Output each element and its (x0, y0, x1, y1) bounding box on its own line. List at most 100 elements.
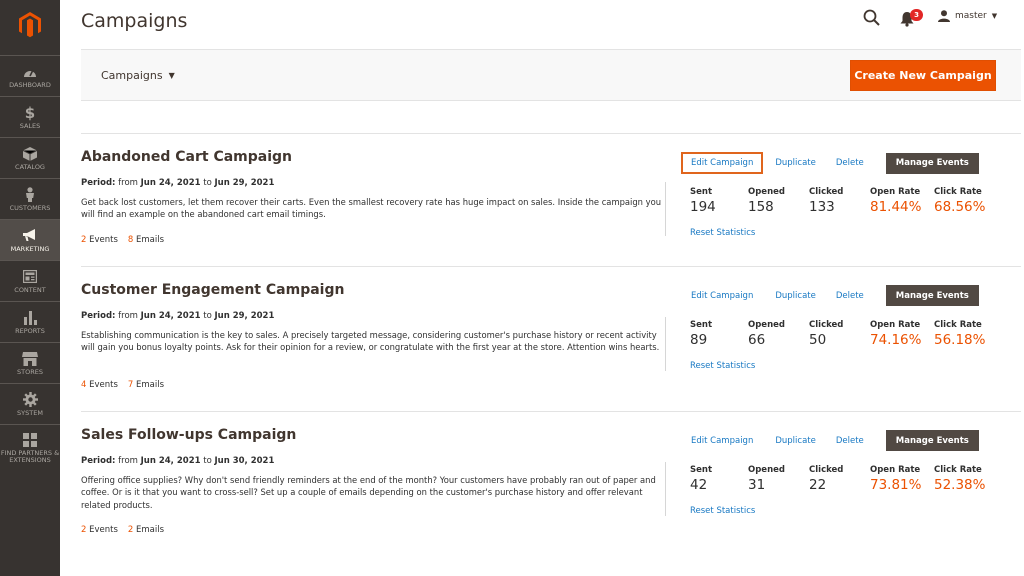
stat-sent: Sent 89 (690, 320, 713, 348)
campaign-title: Abandoned Cart Campaign (81, 149, 293, 165)
campaign-title: Sales Follow-ups Campaign (81, 427, 297, 443)
sidebar-item-sales[interactable]: $ SALES (0, 96, 60, 137)
person-icon (25, 187, 35, 203)
magento-logo-icon (19, 12, 41, 38)
campaigns-dropdown-label: Campaigns (101, 69, 163, 82)
campaign-period: Period: from Jun 24, 2021 to Jun 29, 202… (81, 311, 275, 321)
campaign-actions: Edit Campaign Duplicate Delete Manage Ev… (681, 285, 979, 306)
box-icon (23, 146, 37, 162)
user-icon (938, 10, 950, 22)
stat-open-rate: Open Rate 74.16% (870, 320, 922, 348)
sidebar-item-label: MARKETING (10, 244, 50, 253)
stat-open-rate: Open Rate 73.81% (870, 465, 922, 493)
delete-campaign-link[interactable]: Delete (828, 287, 872, 305)
campaign-statistics: Sent 194 Opened 158 Clicked 133 Open Rate 81… (690, 187, 994, 215)
notifications-button[interactable]: 3 (900, 9, 924, 27)
megaphone-icon (22, 228, 38, 244)
reset-statistics-link[interactable]: Reset Statistics (690, 228, 755, 238)
sidebar-item-label: CONTENT (14, 285, 46, 294)
campaign-period: Period: from Jun 24, 2021 to Jun 29, 202… (81, 178, 275, 188)
stat-clicked: Clicked 22 (809, 465, 844, 493)
sidebar-item-label: DASHBOARD (9, 80, 51, 89)
magento-logo[interactable] (0, 0, 60, 50)
duplicate-campaign-link[interactable]: Duplicate (767, 432, 824, 450)
sidebar-item-label: STORES (17, 367, 43, 376)
dollar-icon: $ (24, 103, 36, 122)
sidebar-item-label: CATALOG (15, 162, 45, 171)
manage-events-button[interactable]: Manage Events (885, 285, 979, 306)
sidebar-item-content[interactable]: CONTENT (0, 260, 60, 301)
stat-sent: Sent 194 (690, 187, 716, 215)
campaign-actions: Edit Campaign Duplicate Delete Manage Ev… (681, 430, 979, 451)
stat-opened: Opened 31 (748, 465, 785, 493)
sidebar-item-label: SYSTEM (17, 408, 43, 417)
duplicate-campaign-link[interactable]: Duplicate (767, 287, 824, 305)
stat-clicked: Clicked 50 (809, 320, 844, 348)
edit-campaign-link[interactable]: Edit Campaign (681, 432, 763, 450)
edit-campaign-link[interactable]: Edit Campaign (681, 287, 763, 305)
user-name: master (955, 11, 987, 21)
edit-campaign-link[interactable]: Edit Campaign (681, 152, 764, 174)
dashboard-icon (23, 64, 37, 80)
sidebar-item-dashboard[interactable]: DASHBOARD (0, 55, 60, 96)
divider (665, 182, 666, 236)
emails-count-link[interactable]: 7 Emails (128, 380, 164, 390)
stat-opened: Opened 158 (748, 187, 785, 215)
divider (665, 462, 666, 516)
events-count-link[interactable]: 2 Events (81, 525, 118, 535)
campaign-counts: 4 Events 7 Emails (81, 380, 164, 390)
admin-sidebar: DASHBOARD $ SALES CATALOG CUSTOMERS MARK… (0, 0, 60, 576)
gear-icon (22, 392, 38, 408)
campaign-counts: 2 Events 2 Emails (81, 525, 164, 535)
emails-count-link[interactable]: 2 Emails (128, 525, 164, 535)
campaign-description: Establishing communication is the key to… (81, 330, 660, 353)
campaign-card: Sales Follow-ups Campaign Period: from J… (81, 411, 1021, 551)
extensions-icon (23, 432, 37, 448)
emails-count-link[interactable]: 8 Emails (128, 235, 164, 245)
stat-opened: Opened 66 (748, 320, 785, 348)
manage-events-button[interactable]: Manage Events (885, 152, 979, 174)
reset-statistics-link[interactable]: Reset Statistics (690, 506, 755, 516)
duplicate-campaign-link[interactable]: Duplicate (767, 154, 824, 172)
chevron-down-icon: ▼ (991, 12, 998, 20)
campaign-actions: Edit Campaign Duplicate Delete Manage Ev… (681, 152, 979, 174)
bar-chart-icon (23, 310, 37, 326)
campaign-statistics: Sent 42 Opened 31 Clicked 22 Open Rate 73.81… (690, 465, 994, 493)
stat-click-rate: Click Rate 68.56% (934, 187, 986, 215)
delete-campaign-link[interactable]: Delete (828, 154, 872, 172)
reset-statistics-link[interactable]: Reset Statistics (690, 361, 755, 371)
campaign-statistics: Sent 89 Opened 66 Clicked 50 Open Rate 74.16… (690, 320, 994, 348)
campaigns-dropdown[interactable]: Campaigns ▼ (101, 69, 175, 82)
campaign-title: Customer Engagement Campaign (81, 282, 345, 298)
stat-clicked: Clicked 133 (809, 187, 844, 215)
sidebar-item-customers[interactable]: CUSTOMERS (0, 178, 60, 219)
chevron-down-icon: ▼ (168, 71, 175, 80)
campaign-card: Abandoned Cart Campaign Period: from Jun… (81, 133, 1021, 266)
divider (665, 317, 666, 371)
sidebar-item-reports[interactable]: REPORTS (0, 301, 60, 342)
sidebar-item-marketing[interactable]: MARKETING (0, 219, 60, 260)
delete-campaign-link[interactable]: Delete (828, 432, 872, 450)
page-actions-toolbar: Campaigns ▼ Create New Campaign (81, 49, 1021, 101)
sidebar-item-system[interactable]: SYSTEM (0, 383, 60, 424)
create-new-campaign-button[interactable]: Create New Campaign (850, 60, 996, 91)
search-icon[interactable] (863, 9, 881, 27)
page-title: Campaigns (81, 10, 188, 32)
sidebar-item-extensions[interactable]: FIND PARTNERS & EXTENSIONS (0, 424, 60, 470)
campaign-description: Get back lost customers, let them recove… (81, 197, 662, 220)
sidebar-item-label: CUSTOMERS (9, 203, 51, 212)
sidebar-item-stores[interactable]: STORES (0, 342, 60, 383)
sidebar-item-catalog[interactable]: CATALOG (0, 137, 60, 178)
content-icon (23, 269, 37, 285)
manage-events-button[interactable]: Manage Events (885, 430, 979, 451)
events-count-link[interactable]: 4 Events (81, 380, 118, 390)
sidebar-item-label: FIND PARTNERS & EXTENSIONS (0, 448, 60, 464)
campaign-card: Customer Engagement Campaign Period: fro… (81, 266, 1021, 411)
campaign-counts: 2 Events 8 Emails (81, 235, 164, 245)
campaign-period: Period: from Jun 24, 2021 to Jun 30, 202… (81, 456, 275, 466)
events-count-link[interactable]: 2 Events (81, 235, 118, 245)
stat-open-rate: Open Rate 81.44% (870, 187, 922, 215)
stat-sent: Sent 42 (690, 465, 713, 493)
user-account-menu[interactable]: master ▼ (938, 10, 997, 22)
sidebar-item-label: SALES (19, 121, 41, 130)
